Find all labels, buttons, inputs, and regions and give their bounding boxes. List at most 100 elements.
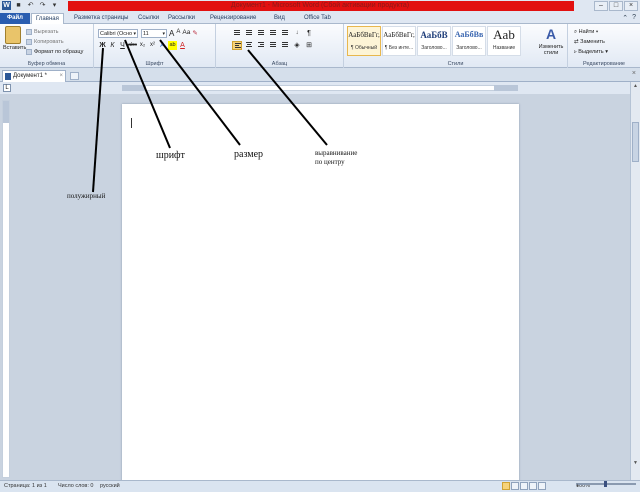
style-heading-2[interactable]: АаБбВв Заголово... xyxy=(452,26,486,56)
word-app-icon[interactable]: W xyxy=(2,1,11,10)
style-normal[interactable]: АаБбВвГг, ¶ Обычный xyxy=(347,26,381,56)
new-tab-button[interactable] xyxy=(70,72,79,80)
ruler-top-margin xyxy=(3,101,9,123)
change-styles-button[interactable]: A Изменить стили xyxy=(534,26,568,56)
zoom-slider-thumb[interactable] xyxy=(604,481,607,487)
highlight-button[interactable]: ab xyxy=(168,41,177,50)
paragraph-row-top: ↓ ¶ xyxy=(232,29,314,38)
tab-office-tab[interactable]: Office Tab xyxy=(300,13,335,24)
font-size-tools: A A Aa ✎ xyxy=(169,29,198,38)
increase-indent-icon[interactable] xyxy=(280,29,290,38)
vertical-ruler[interactable] xyxy=(2,100,10,478)
draft-icon[interactable] xyxy=(538,482,546,490)
align-left-button[interactable] xyxy=(232,41,242,50)
superscript-button[interactable]: x² xyxy=(148,41,157,50)
customize-qat-icon[interactable]: ▾ xyxy=(50,1,59,10)
text-cursor xyxy=(131,118,132,128)
change-styles-label: Изменить стили xyxy=(538,44,564,56)
cut-button[interactable]: Вырезать xyxy=(26,27,83,37)
zoom-in-icon[interactable]: + xyxy=(576,483,579,490)
subscript-button[interactable]: x₂ xyxy=(138,41,147,50)
close-button[interactable]: × xyxy=(624,1,638,11)
clipboard-actions: Вырезать Копировать Формат по образцу xyxy=(26,27,83,57)
full-screen-reading-icon[interactable] xyxy=(511,482,519,490)
shrink-font-button[interactable]: A xyxy=(176,29,180,38)
tab-page-layout[interactable]: Разметка страницы xyxy=(70,13,132,24)
web-layout-icon[interactable] xyxy=(520,482,528,490)
replace-button[interactable]: ⇄ Заменить xyxy=(574,37,608,47)
numbering-icon[interactable] xyxy=(244,29,254,38)
font-size-select[interactable]: 11 ▾ xyxy=(141,29,167,38)
paste-button[interactable]: Вставить xyxy=(3,26,27,51)
text-effects-icon[interactable]: A xyxy=(158,41,167,50)
tab-references[interactable]: Ссылки xyxy=(134,13,163,24)
style-preview: Aab xyxy=(493,27,515,42)
outline-icon[interactable] xyxy=(529,482,537,490)
style-no-spacing[interactable]: АаБбВвГг, ¶ Без инте... xyxy=(382,26,416,56)
show-marks-icon[interactable]: ¶ xyxy=(304,29,314,38)
document-tab[interactable]: Документ1 * × xyxy=(2,70,66,82)
copy-button[interactable]: Копировать xyxy=(26,37,83,47)
annotation-center: выравнивание по центру xyxy=(315,149,357,167)
status-words[interactable]: Число слов: 0 xyxy=(58,481,93,492)
multilevel-list-icon[interactable] xyxy=(256,29,266,38)
status-language[interactable]: русский xyxy=(100,481,120,492)
select-label: Выделить xyxy=(578,49,604,55)
justify-button[interactable] xyxy=(268,41,278,50)
copy-icon xyxy=(26,39,32,45)
font-color-button[interactable]: A xyxy=(178,41,187,50)
tab-selector[interactable]: L xyxy=(3,84,11,92)
decrease-indent-icon[interactable] xyxy=(268,29,278,38)
minimize-button[interactable]: – xyxy=(594,1,608,11)
style-preview: АаБбВ xyxy=(420,30,448,40)
align-center-button[interactable] xyxy=(244,41,254,50)
horizontal-ruler[interactable]: L xyxy=(0,82,640,94)
change-case-button[interactable]: Aa xyxy=(182,29,190,38)
font-name-select[interactable]: Calibri (Осно ▾ xyxy=(98,29,138,38)
tab-review[interactable]: Рецензирование xyxy=(206,13,260,24)
borders-icon[interactable]: ⊞ xyxy=(304,41,314,50)
underline-button[interactable]: Ч xyxy=(118,41,127,50)
redo-icon[interactable]: ↷ xyxy=(38,1,47,10)
quick-access-toolbar: W ■ ↶ ↷ ▾ xyxy=(2,1,59,10)
help-icon[interactable]: ? xyxy=(632,14,636,22)
scroll-thumb[interactable] xyxy=(632,122,639,162)
bullets-icon[interactable] xyxy=(232,29,242,38)
status-page[interactable]: Страница: 1 из 1 xyxy=(4,481,47,492)
scroll-up-icon[interactable]: ▲ xyxy=(632,83,639,89)
format-painter-button[interactable]: Формат по образцу xyxy=(26,47,83,57)
bold-button[interactable]: Ж xyxy=(98,41,107,50)
zoom-slider[interactable] xyxy=(576,481,636,487)
clear-format-icon[interactable]: ✎ xyxy=(192,29,197,38)
close-tab-icon[interactable]: × xyxy=(59,71,63,82)
sort-icon[interactable]: ↓ xyxy=(292,29,302,38)
style-title[interactable]: Aab Название xyxy=(487,26,521,56)
select-button[interactable]: ▹ Выделить ▾ xyxy=(574,47,608,57)
print-layout-icon[interactable] xyxy=(502,482,510,490)
italic-button[interactable]: К xyxy=(108,41,117,50)
style-name: Заголово... xyxy=(421,45,447,51)
scroll-down-icon[interactable]: ▼ xyxy=(632,460,639,466)
scissors-icon xyxy=(26,29,32,35)
align-right-button[interactable] xyxy=(256,41,266,50)
ruler-left-margin[interactable] xyxy=(122,85,146,91)
close-document-icon[interactable]: × xyxy=(632,70,636,77)
style-name: ¶ Обычный xyxy=(350,45,378,51)
ruler-right-margin[interactable] xyxy=(494,85,518,91)
tab-file[interactable]: Файл xyxy=(0,13,30,24)
find-button[interactable]: ⌕ Найти ▾ xyxy=(574,27,608,37)
paste-label: Вставить xyxy=(3,45,27,51)
style-heading-1[interactable]: АаБбВ Заголово... xyxy=(417,26,451,56)
minimize-ribbon-icon[interactable]: ⌃ xyxy=(622,14,628,22)
strikethrough-button[interactable]: abc xyxy=(128,41,137,50)
tab-home[interactable]: Главная xyxy=(31,13,64,24)
tab-mailings[interactable]: Рассылки xyxy=(164,13,199,24)
maximize-button[interactable]: □ xyxy=(609,1,623,11)
vertical-scrollbar[interactable]: ▲ ▼ xyxy=(630,82,640,480)
save-icon[interactable]: ■ xyxy=(14,1,23,10)
tab-view[interactable]: Вид xyxy=(270,13,289,24)
grow-font-button[interactable]: A xyxy=(169,29,174,38)
undo-icon[interactable]: ↶ xyxy=(26,1,35,10)
line-spacing-icon[interactable] xyxy=(280,41,290,50)
shading-icon[interactable]: ◈ xyxy=(292,41,302,50)
